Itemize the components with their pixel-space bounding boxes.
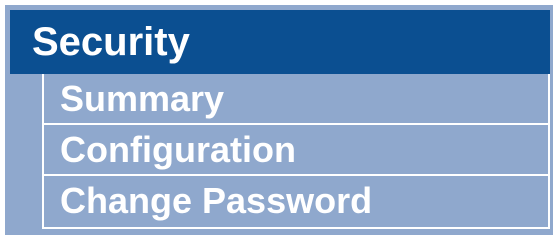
menu-item-summary-label: Summary (60, 78, 225, 119)
security-menu-header: Security (10, 10, 550, 74)
menu-item-configuration[interactable]: Configuration (44, 125, 548, 176)
security-submenu: Summary Configuration Change Password (42, 74, 550, 229)
menu-item-configuration-label: Configuration (60, 129, 296, 170)
menu-item-change-password[interactable]: Change Password (44, 176, 548, 227)
menu-item-change-password-label: Change Password (60, 180, 373, 221)
menu-item-summary[interactable]: Summary (44, 74, 548, 125)
security-menu-title: Security (32, 20, 190, 64)
